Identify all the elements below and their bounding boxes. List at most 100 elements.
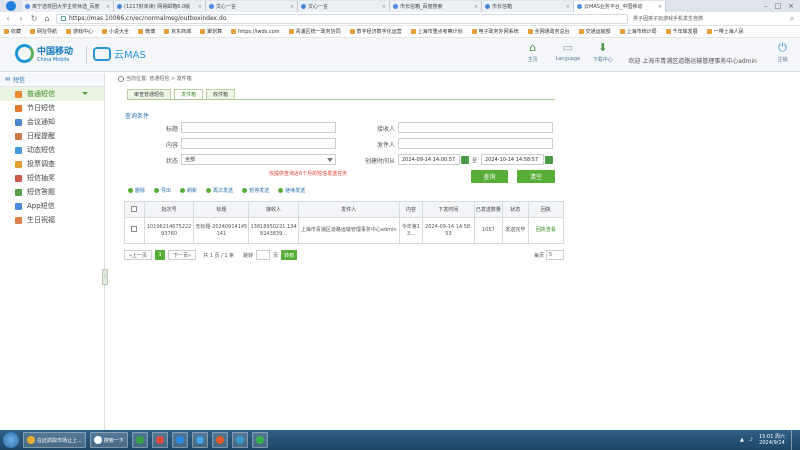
column-header[interactable]: 回执 (527, 201, 565, 218)
maximize-icon[interactable]: □ (775, 2, 782, 10)
tab-close-icon[interactable]: × (566, 4, 570, 10)
system-clock[interactable]: 15:01 周六 2024/9/14 (759, 434, 785, 447)
sidebar-item[interactable]: 短信答题 (0, 185, 104, 199)
sidebar-collapse-button[interactable]: ‹ (102, 269, 108, 285)
bookmark-item[interactable]: 一带上海人民 (706, 28, 744, 35)
bookmark-item[interactable]: 数字经济数字化运营 (349, 28, 402, 35)
browser-tab[interactable]: 文心一言 × (298, 1, 390, 12)
taskbar-app[interactable] (211, 432, 228, 448)
nav-download[interactable]: ⬇ 下载中心 (585, 42, 620, 64)
go-button[interactable]: 转到 (281, 250, 298, 260)
sidebar-item[interactable]: 生日祝福 (0, 213, 104, 227)
bookmark-item[interactable]: 京东商城 (164, 28, 191, 35)
tab-inbox[interactable]: 收件箱 (206, 89, 236, 99)
query-button[interactable]: 查询 (471, 170, 508, 183)
time-to-input[interactable]: 2024-10-14 14:58:57 (481, 154, 544, 165)
sidebar-item[interactable]: 节日短信 (0, 101, 104, 115)
taskbar-app[interactable] (131, 432, 148, 448)
tab-close-icon[interactable]: × (106, 4, 110, 10)
browser-tab[interactable]: (1217封未读) 网易邮箱6.0版 × (114, 1, 206, 12)
tab-close-icon[interactable]: × (382, 4, 386, 10)
close-window-icon[interactable]: × (788, 2, 794, 10)
taskbar-app[interactable]: 搜索一下 (89, 432, 128, 448)
search-icon[interactable]: ⌕ (788, 14, 796, 24)
logout-button[interactable]: ⏻ 注销 (765, 42, 800, 64)
toolbar-action-button[interactable]: 刷新 (180, 187, 197, 194)
browser-tab[interactable]: 文心一言 × (206, 1, 298, 12)
taskbar-app[interactable]: 在此抓取市场让上... (23, 432, 86, 448)
time-from-input[interactable]: 2024-09-14 14:00:57 (398, 154, 460, 165)
tab-outbox[interactable]: 发件箱 (174, 89, 204, 99)
calendar-icon[interactable] (545, 156, 553, 164)
browser-tab[interactable]: 市长信箱_百度搜索 × (390, 1, 482, 12)
receiver-cell[interactable]: 13818950221,1348243839... (248, 217, 299, 244)
table-row[interactable]: 1019621467522293760 无标题-20240914145141 1… (124, 217, 565, 244)
column-header[interactable]: 状态 (501, 201, 529, 218)
status-select[interactable]: 全部 (181, 154, 336, 165)
url-input[interactable]: https://mas.10086.cn/ec/normalmsg/outbox… (56, 13, 628, 24)
toolbar-action-button[interactable]: 删除 (128, 187, 145, 194)
column-header[interactable]: 已发送数量 (473, 201, 503, 218)
bookmark-item[interactable]: 上海市重点考察计划 (410, 28, 463, 35)
browser-tab[interactable]: 离宁选校团大学主校休选_百度 × (22, 1, 114, 12)
taskbar-app[interactable] (251, 432, 268, 448)
toolbar-action-button[interactable]: 导出 (154, 187, 171, 194)
tab-close-icon[interactable]: × (474, 4, 478, 10)
receiver-input[interactable] (398, 122, 553, 133)
sidebar-item[interactable]: 日程提醒 (0, 129, 104, 143)
content-input[interactable] (181, 138, 336, 149)
sender-input[interactable] (398, 138, 553, 149)
bookmark-item[interactable]: 千年岸发展 (665, 28, 698, 35)
column-header[interactable]: 标题 (193, 201, 250, 218)
bookmark-item[interactable]: 全网通政务总台 (527, 28, 570, 35)
tab-close-icon[interactable]: × (290, 4, 294, 10)
next-page-button[interactable]: 下一页» (168, 250, 197, 260)
tab-review-sms[interactable]: 审查普通短信 (127, 89, 172, 99)
bookmark-item[interactable]: 收藏 (4, 28, 21, 35)
bookmark-item[interactable]: 游戏中心 (66, 28, 93, 35)
select-all-checkbox[interactable] (131, 205, 138, 212)
nav-language[interactable]: ▭ Language (550, 42, 585, 63)
show-desktop-button[interactable] (791, 430, 796, 450)
home-nav-icon[interactable]: ⌂ (43, 14, 51, 23)
column-header[interactable]: 发件人 (297, 201, 400, 218)
column-header[interactable]: 内容 (398, 201, 424, 218)
taskbar-app[interactable] (191, 432, 208, 448)
sidebar-item[interactable]: 短信抽奖 (0, 171, 104, 185)
tab-close-icon[interactable]: × (198, 4, 202, 10)
column-header[interactable]: 接收人 (248, 201, 299, 218)
column-header[interactable]: 批次号 (143, 201, 195, 218)
content-cell[interactable]: 今年第13... (398, 217, 424, 244)
browser-tab-active[interactable]: 云MAS业务平台_中国移动 × (574, 1, 666, 12)
minimize-icon[interactable]: – (764, 2, 768, 10)
volume-icon[interactable]: ♪ (750, 437, 753, 443)
taskbar-app[interactable] (151, 432, 168, 448)
bookmark-item[interactable]: 微博 (138, 28, 155, 35)
nav-home[interactable]: ⌂ 主页 (515, 42, 550, 64)
row-checkbox[interactable] (131, 226, 138, 233)
toolbar-action-button[interactable]: 暂停发送 (242, 187, 269, 194)
tab-close-icon[interactable]: × (658, 4, 662, 10)
bookmark-item[interactable]: 青浦区统一政务协同 (288, 28, 341, 35)
back-icon[interactable]: ‹ (4, 14, 12, 23)
forward-icon[interactable]: › (17, 14, 25, 23)
bookmark-item[interactable]: 网址导航 (30, 28, 57, 35)
receipt-link[interactable]: 回执查看 (536, 227, 556, 233)
toolbar-action-button[interactable]: 再次发送 (206, 187, 233, 194)
browser-tab[interactable]: 市长信箱 × (482, 1, 574, 12)
sidebar-item[interactable]: 会议通知 (0, 115, 104, 129)
current-page-button[interactable]: 1 (155, 250, 166, 260)
bookmark-item[interactable]: 上海市统计局 (619, 28, 657, 35)
bookmark-item[interactable]: https://iwds.com (231, 29, 280, 35)
sidebar-item[interactable]: App短信 (0, 199, 104, 213)
prev-page-button[interactable]: «上一页 (124, 250, 153, 260)
news-ticker[interactable]: 男子因孩子玩游戏手机发生自燃 (633, 15, 783, 22)
network-icon[interactable]: ▲ (740, 437, 744, 443)
sidebar-item[interactable]: 普通短信 (0, 87, 104, 101)
sidebar-item[interactable]: 投票调查 (0, 157, 104, 171)
taskbar-app[interactable] (171, 432, 188, 448)
reset-button[interactable]: 清空 (517, 170, 555, 183)
reload-icon[interactable]: ↻ (30, 14, 38, 23)
taskbar-app[interactable] (231, 432, 248, 448)
bookmark-item[interactable]: 交通运输部 (578, 28, 611, 35)
